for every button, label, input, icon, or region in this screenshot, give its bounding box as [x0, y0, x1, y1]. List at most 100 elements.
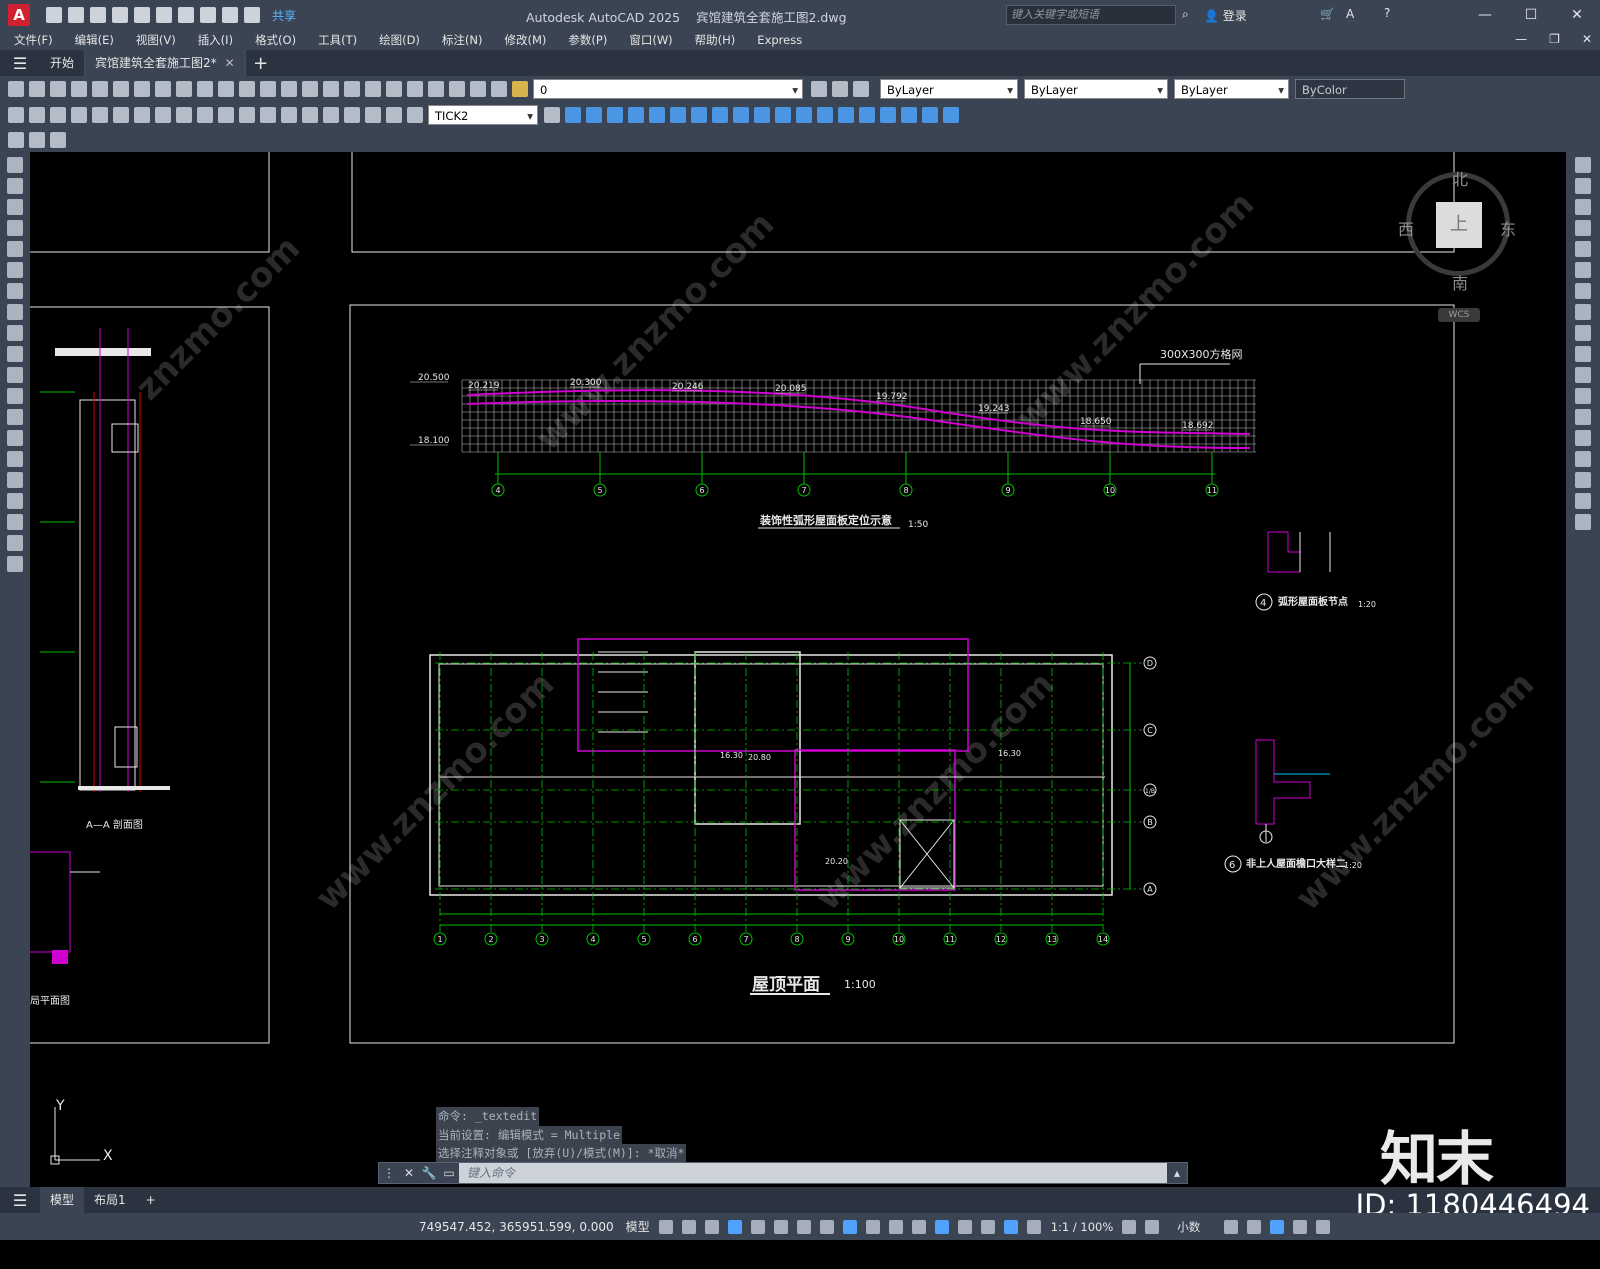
- arc-length-icon[interactable]: [50, 107, 66, 123]
- close-block-icon[interactable]: [50, 132, 66, 148]
- cursor-coordinates[interactable]: 749547.452, 365951.599, 0.000: [419, 1220, 614, 1234]
- ortho-mode-icon[interactable]: [750, 1219, 765, 1234]
- menu-parametric[interactable]: 参数(P): [568, 32, 607, 48]
- search-icon[interactable]: ⌕: [1182, 7, 1189, 22]
- line-icon[interactable]: [7, 157, 23, 173]
- visual-style-concept-icon[interactable]: [880, 107, 896, 123]
- tool-palettes-icon[interactable]: [428, 81, 444, 97]
- ordinate-dim-icon[interactable]: [71, 107, 87, 123]
- plot-preview-icon[interactable]: [92, 81, 108, 97]
- layer-state-icon[interactable]: [853, 81, 869, 97]
- trim-icon[interactable]: [1575, 346, 1591, 362]
- search-input[interactable]: 键入关键字或短语: [1006, 5, 1176, 25]
- tab-model[interactable]: 模型: [40, 1187, 85, 1213]
- save-block-icon[interactable]: [29, 132, 45, 148]
- zoom-realtime-icon[interactable]: [323, 81, 339, 97]
- mirror-icon[interactable]: [1575, 199, 1591, 215]
- menu-draw[interactable]: 绘图(D): [379, 32, 420, 48]
- properties-icon[interactable]: [386, 81, 402, 97]
- layer-previous-icon[interactable]: [832, 81, 848, 97]
- help-tool-icon[interactable]: [470, 81, 486, 97]
- dim-break-icon[interactable]: [260, 107, 276, 123]
- tab-layout1[interactable]: 布局1: [84, 1187, 136, 1213]
- fillet-icon[interactable]: [1575, 472, 1591, 488]
- command-expand-icon[interactable]: ▴: [1167, 1166, 1187, 1180]
- selection-cycling-icon[interactable]: [911, 1219, 926, 1234]
- orbit-icon[interactable]: [901, 107, 917, 123]
- dimstyle-manager-icon[interactable]: [544, 107, 560, 123]
- linear-dim-icon[interactable]: [8, 107, 24, 123]
- open-icon[interactable]: [29, 81, 45, 97]
- customize-command-icon[interactable]: 🔧: [419, 1166, 439, 1180]
- clean-screen-icon[interactable]: [1293, 1219, 1308, 1234]
- dimstyle-dropdown[interactable]: TICK2: [428, 105, 538, 126]
- grid-toggle-icon[interactable]: [658, 1219, 673, 1234]
- undo-icon[interactable]: [200, 7, 216, 23]
- polyline-icon[interactable]: [7, 199, 23, 215]
- annotation-monitor-icon[interactable]: [1145, 1219, 1160, 1234]
- menu-help[interactable]: 帮助(H): [695, 32, 736, 48]
- units-display[interactable]: 小数: [1177, 1219, 1200, 1235]
- dynamic-ucs-icon[interactable]: [957, 1219, 972, 1234]
- view-back-icon[interactable]: [670, 107, 686, 123]
- menu-edit[interactable]: 编辑(E): [75, 32, 114, 48]
- menu-view[interactable]: 视图(V): [136, 32, 176, 48]
- cart-icon[interactable]: 🛒: [1320, 7, 1335, 21]
- isometric-icon[interactable]: [796, 1219, 811, 1234]
- dim-text-edit-icon[interactable]: [386, 107, 402, 123]
- view-sw-iso-icon[interactable]: [691, 107, 707, 123]
- doc-minimize-button[interactable]: —: [1515, 32, 1527, 46]
- menu-dimension[interactable]: 标注(N): [442, 32, 483, 48]
- erase-icon[interactable]: [1575, 157, 1591, 173]
- continue-dim-icon[interactable]: [218, 107, 234, 123]
- linetype-dropdown[interactable]: ByLayer: [1024, 79, 1168, 100]
- minimize-button[interactable]: —: [1462, 0, 1508, 30]
- 3d-osnap-icon[interactable]: [934, 1219, 949, 1234]
- plot-tool-icon[interactable]: [71, 81, 87, 97]
- menu-window[interactable]: 窗口(W): [629, 32, 672, 48]
- open-web-icon[interactable]: [134, 7, 150, 23]
- continuous-orbit-icon[interactable]: [943, 107, 959, 123]
- offset-icon[interactable]: [1575, 220, 1591, 236]
- explode-icon[interactable]: [1575, 514, 1591, 530]
- menu-file[interactable]: 文件(F): [14, 32, 53, 48]
- blend-curves-icon[interactable]: [1575, 493, 1591, 509]
- lineweight-icon[interactable]: [865, 1219, 880, 1234]
- aligned-dim-icon[interactable]: [29, 107, 45, 123]
- visual-style-real-icon[interactable]: [859, 107, 875, 123]
- ellipse-icon[interactable]: [7, 346, 23, 362]
- snap-mode-icon[interactable]: [681, 1219, 696, 1234]
- autodesk-app-icon[interactable]: A: [1346, 7, 1354, 21]
- visual-style-wire-icon[interactable]: [817, 107, 833, 123]
- compass-south[interactable]: 南: [1452, 270, 1468, 294]
- join-icon[interactable]: [1575, 430, 1591, 446]
- cut-icon[interactable]: [155, 81, 171, 97]
- tolerance-icon[interactable]: [281, 107, 297, 123]
- center-mark-icon[interactable]: [302, 107, 318, 123]
- object-snap-tracking-icon[interactable]: [819, 1219, 834, 1234]
- app-menu-icon[interactable]: ☰: [0, 54, 40, 73]
- match-properties-icon[interactable]: [218, 81, 234, 97]
- object-snap-icon[interactable]: [842, 1219, 857, 1234]
- customization-icon[interactable]: [1316, 1219, 1331, 1234]
- login-button[interactable]: 👤 登录: [1204, 7, 1247, 24]
- add-selected-icon[interactable]: [7, 556, 23, 572]
- make-block-icon[interactable]: [7, 409, 23, 425]
- dim-update-icon[interactable]: [407, 107, 423, 123]
- extend-icon[interactable]: [1575, 367, 1591, 383]
- copy-icon[interactable]: [176, 81, 192, 97]
- jogged-dim-icon[interactable]: [113, 107, 129, 123]
- menu-insert[interactable]: 插入(I): [198, 32, 233, 48]
- ellipse-arc-icon[interactable]: [7, 367, 23, 383]
- help-icon[interactable]: ?: [1384, 6, 1390, 20]
- visual-style-hidden-icon[interactable]: [838, 107, 854, 123]
- close-command-icon[interactable]: ✕: [399, 1166, 419, 1180]
- chamfer-icon[interactable]: [1575, 451, 1591, 467]
- zoom-previous-icon[interactable]: [365, 81, 381, 97]
- menu-format[interactable]: 格式(O): [255, 32, 296, 48]
- viewcube[interactable]: 上 北 南 西 东: [1396, 166, 1516, 293]
- close-tab-icon[interactable]: ✕: [225, 56, 235, 70]
- quick-properties-icon[interactable]: [1224, 1219, 1239, 1234]
- point-icon[interactable]: [7, 430, 23, 446]
- zoom-window-icon[interactable]: [344, 81, 360, 97]
